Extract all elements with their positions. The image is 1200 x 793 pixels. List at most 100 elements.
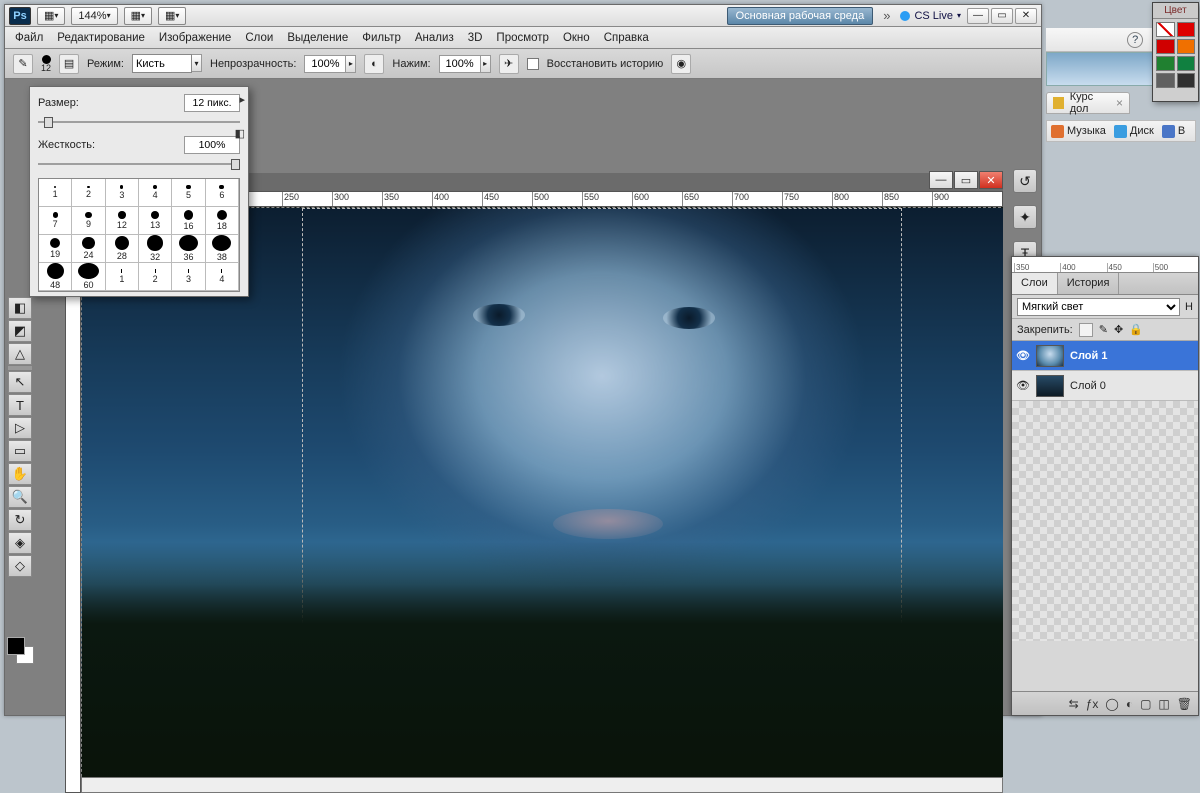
brush-panel-toggle-icon[interactable]: ▤ [59, 54, 79, 74]
brush-preset-18[interactable]: 18 [206, 207, 239, 235]
link-layers-icon[interactable]: ⇆ [1069, 697, 1079, 711]
swatch-cell[interactable] [1156, 22, 1175, 37]
tab-close-icon[interactable]: × [1116, 96, 1123, 110]
brush-preset-2[interactable]: 2 [72, 179, 105, 207]
mode-select[interactable]: ▾ [132, 54, 202, 73]
doc-scrollbar-horizontal[interactable] [81, 777, 1003, 793]
brush-preset-28[interactable]: 28 [106, 235, 139, 263]
brush-preset-13[interactable]: 13 [139, 207, 172, 235]
menu-Слои[interactable]: Слои [245, 32, 273, 44]
layer-mask-icon[interactable]: ◯ [1105, 697, 1118, 711]
brush-preset-24[interactable]: 24 [72, 235, 105, 263]
menu-Редактирование[interactable]: Редактирование [57, 32, 145, 44]
lock-all-icon[interactable]: 🔒 [1129, 323, 1143, 336]
swatch-cell[interactable] [1156, 39, 1175, 54]
flow-field[interactable]: ▸ [439, 55, 491, 73]
swatch-cell[interactable] [1177, 39, 1196, 54]
restore-history-checkbox[interactable] [527, 58, 539, 70]
brush-preset-48[interactable]: 48 [39, 263, 72, 291]
tool-path-select[interactable]: ↖ [8, 371, 32, 393]
tool-direct-select[interactable]: ▷ [8, 417, 32, 439]
brush-preset-2[interactable]: 2 [139, 263, 172, 291]
brush-preview[interactable]: 12 [41, 55, 51, 72]
menu-Окно[interactable]: Окно [563, 32, 590, 44]
brush-panel-flyout-icon[interactable]: ▸ [239, 93, 245, 106]
menu-Выделение[interactable]: Выделение [287, 32, 348, 44]
swatch-cell[interactable] [1177, 56, 1196, 71]
menu-Справка[interactable]: Справка [604, 32, 649, 44]
tool-preset-icon[interactable]: ✎ [13, 54, 33, 74]
menu-3D[interactable]: 3D [468, 32, 483, 44]
tab-layers[interactable]: Слои [1012, 273, 1058, 294]
brush-preset-7[interactable]: 7 [39, 207, 72, 235]
lock-pixels-icon[interactable]: ✎ [1099, 323, 1108, 336]
view-extras-button[interactable]: ▦ ▾ [124, 7, 152, 25]
menu-Фильтр[interactable]: Фильтр [362, 32, 401, 44]
tool-eraser[interactable]: ◧ [8, 297, 32, 319]
brush-preset-19[interactable]: 19 [39, 235, 72, 263]
brush-size-slider[interactable] [38, 116, 240, 128]
doc-close-button[interactable]: ✕ [979, 171, 1003, 189]
layer-row[interactable]: 👁Слой 0 [1012, 371, 1198, 401]
brush-preset-60[interactable]: 60 [72, 263, 105, 291]
browser-tab[interactable]: Курс дол × [1046, 92, 1130, 114]
foreground-color[interactable] [7, 637, 25, 655]
menu-Анализ[interactable]: Анализ [415, 32, 454, 44]
tool-pen[interactable]: △ [8, 343, 32, 365]
bookmark-item[interactable]: Музыка [1051, 125, 1106, 138]
swatch-cell[interactable] [1177, 73, 1196, 88]
tool-rotate[interactable]: ↻ [8, 509, 32, 531]
brush-preset-1[interactable]: 1 [39, 179, 72, 207]
lock-transparency-icon[interactable] [1079, 323, 1093, 337]
tool-3d[interactable]: ◈ [8, 532, 32, 554]
swatch-cell[interactable] [1156, 56, 1175, 71]
brush-hardness-slider[interactable] [38, 158, 240, 170]
tool-3d2[interactable]: ◇ [8, 555, 32, 577]
tablet-pressure-icon[interactable]: ◉ [671, 54, 691, 74]
layer-thumbnail[interactable] [1036, 375, 1064, 397]
tool-hand[interactable]: ✋ [8, 463, 32, 485]
brush-preset-panel[interactable]: ▸ ◧ Размер: Жесткость: 12345679121316181… [29, 86, 249, 297]
workspace-switcher[interactable]: Основная рабочая среда [727, 7, 874, 25]
brush-size-field[interactable] [184, 94, 240, 112]
visibility-eye-icon[interactable]: 👁 [1016, 349, 1030, 363]
new-layer-icon[interactable]: ◫ [1158, 697, 1169, 711]
brush-preset-4[interactable]: 4 [139, 179, 172, 207]
dock-history-icon[interactable]: ↺ [1013, 169, 1037, 193]
window-minimize-button[interactable]: — [967, 8, 989, 24]
layer-style-icon[interactable]: ƒx [1086, 697, 1099, 711]
brush-preset-36[interactable]: 36 [172, 235, 205, 263]
brush-preset-32[interactable]: 32 [139, 235, 172, 263]
brush-preset-4[interactable]: 4 [206, 263, 239, 291]
brush-preset-3[interactable]: 3 [106, 179, 139, 207]
brush-preset-38[interactable]: 38 [206, 235, 239, 263]
arrange-documents-button[interactable]: ▦ ▾ [158, 7, 186, 25]
zoom-level-field[interactable]: 144% ▾ [71, 7, 117, 25]
blend-mode-select[interactable]: Мягкий свет [1017, 298, 1180, 316]
tool-shape[interactable]: ▭ [8, 440, 32, 462]
layers-panel[interactable]: 350400450500 Слои История Мягкий свет Н … [1011, 256, 1199, 716]
airbrush-icon[interactable]: ✈ [499, 54, 519, 74]
menu-Просмотр[interactable]: Просмотр [496, 32, 549, 44]
opacity-field[interactable]: ▸ [304, 55, 356, 73]
adjustment-layer-icon[interactable]: ◐ [1126, 697, 1133, 711]
visibility-eye-icon[interactable]: 👁 [1016, 379, 1030, 393]
brush-preset-6[interactable]: 6 [206, 179, 239, 207]
doc-maximize-button[interactable]: ▭ [954, 171, 978, 189]
window-maximize-button[interactable]: ▭ [991, 8, 1013, 24]
delete-layer-icon[interactable]: 🗑 [1177, 697, 1192, 711]
color-swatches[interactable] [7, 637, 35, 673]
brush-preset-12[interactable]: 12 [106, 207, 139, 235]
swatch-cell[interactable] [1156, 73, 1175, 88]
dock-actions-icon[interactable]: ✦ [1013, 205, 1037, 229]
swatch-tab[interactable]: Цвет [1153, 3, 1198, 19]
help-icon[interactable]: ? [1127, 32, 1143, 48]
bookmark-item[interactable]: В [1162, 125, 1185, 138]
tool-type[interactable]: T [8, 394, 32, 416]
window-close-button[interactable]: ✕ [1015, 8, 1037, 24]
menu-Файл[interactable]: Файл [15, 32, 43, 44]
tool-zoom[interactable]: 🔍 [8, 486, 32, 508]
tool-gradient[interactable]: ◩ [8, 320, 32, 342]
launch-bridge-button[interactable]: ▦ ▾ [37, 7, 65, 25]
lock-position-icon[interactable]: ✥ [1114, 323, 1123, 336]
